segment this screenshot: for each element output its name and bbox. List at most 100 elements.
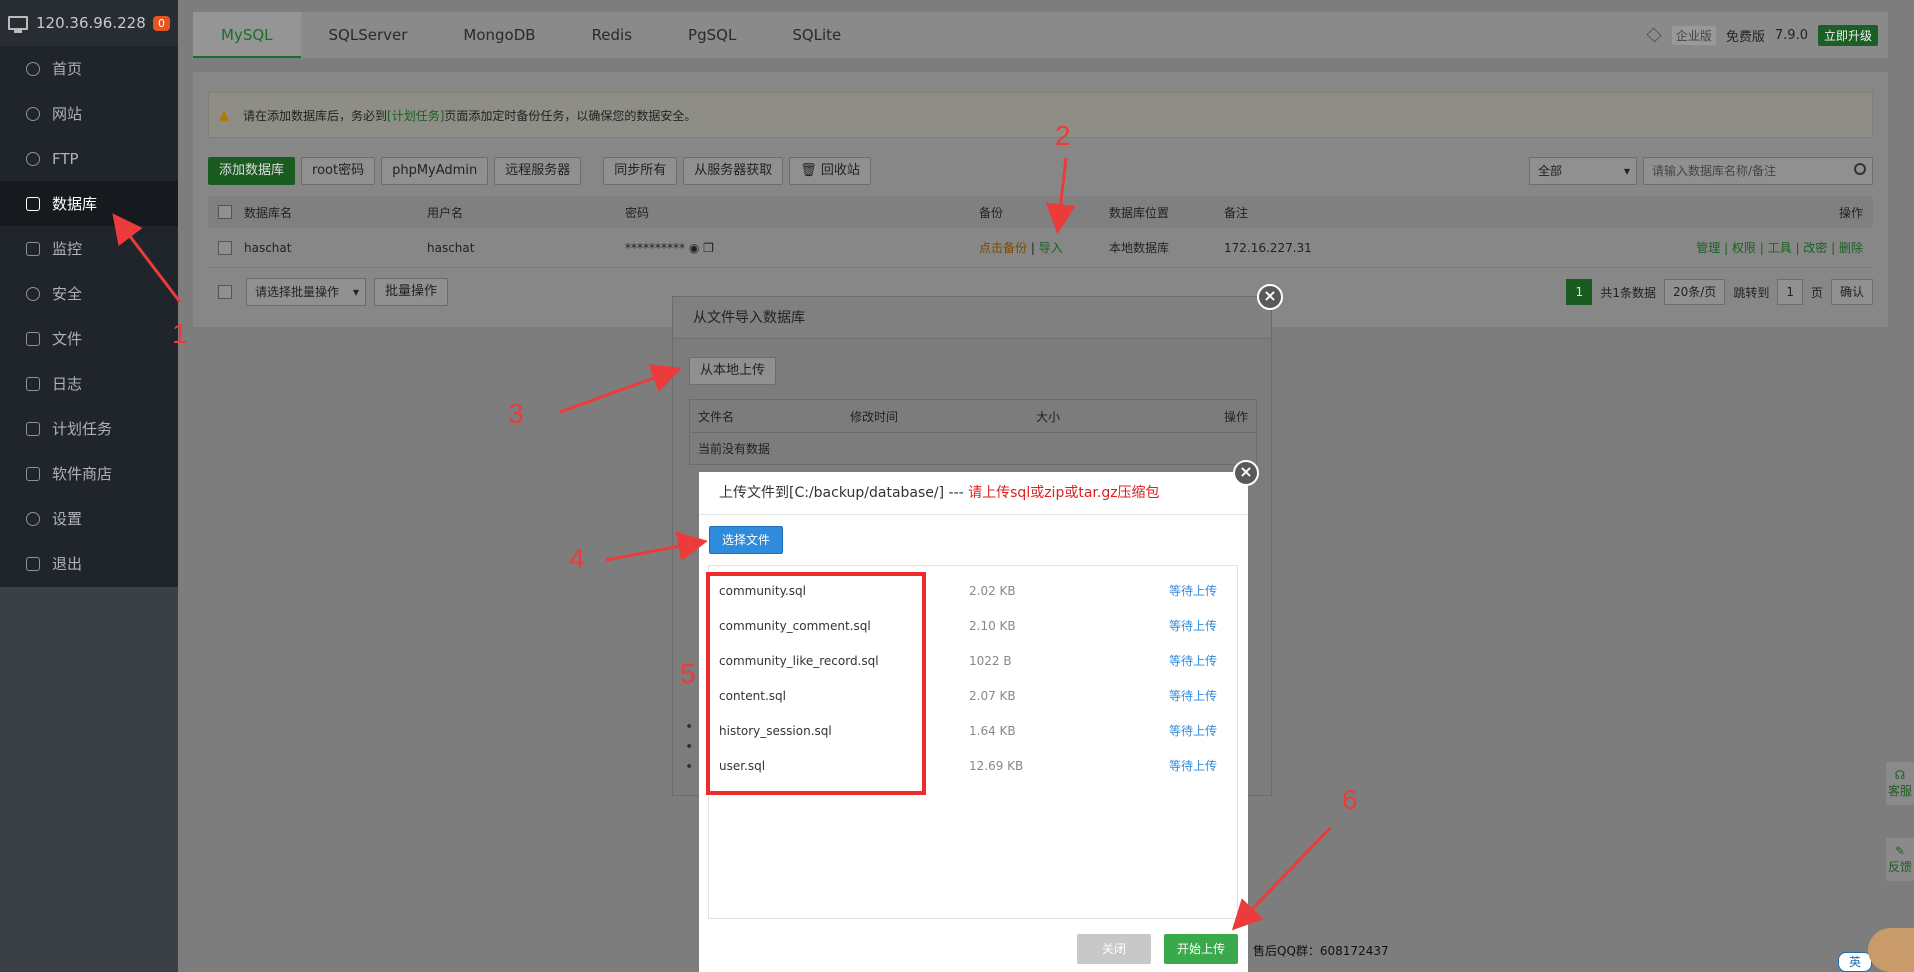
col-filename: 文件名 — [698, 409, 735, 424]
home-icon — [26, 61, 40, 76]
cron-link[interactable]: [计划任务] — [387, 107, 444, 124]
sidebar-item-website[interactable]: 网站 — [0, 91, 178, 136]
sidebar-item-label: 网站 — [52, 105, 83, 123]
shield-icon — [26, 286, 40, 301]
free-edition-label: 免费版 — [1725, 29, 1765, 45]
sidebar-item-label: 安全 — [52, 285, 83, 303]
file-table-header: 文件名 修改时间 大小 操作 — [690, 400, 1256, 432]
upload-path-text: 上传文件到[C:/backup/database/] --- — [719, 485, 964, 501]
col-mtime: 修改时间 — [850, 409, 899, 424]
sidebar-nav: 首页 网站 FTP 数据库 监控 安全 文件 日志 计划任务 软件商店 设置 退… — [0, 46, 178, 586]
remote-server-button[interactable]: 远程服务器 — [494, 157, 582, 185]
sidebar-item-monitor[interactable]: 监控 — [0, 226, 178, 271]
col-file-ops: 操作 — [1223, 409, 1248, 424]
file-name: user.sql — [719, 758, 766, 773]
upgrade-button[interactable]: 立即升级 — [1817, 24, 1878, 46]
notification-badge[interactable]: 0 — [153, 15, 170, 31]
file-size: 2.02 KB — [969, 583, 1016, 598]
sidebar-item-store[interactable]: 软件商店 — [0, 451, 178, 496]
root-password-button[interactable]: root密码 — [301, 157, 376, 185]
list-item: user.sql 12.69 KB 等待上传 — [709, 748, 1237, 783]
manage-link[interactable]: 管理 — [1696, 241, 1720, 255]
db-search-input[interactable]: 请输入数据库名称/备注 — [1643, 157, 1873, 185]
tab-sqlite[interactable]: SQLite — [764, 12, 869, 58]
file-size: 1.64 KB — [969, 723, 1016, 738]
list-item: content.sql 2.07 KB 等待上传 — [709, 678, 1237, 713]
password-mask: ********** — [625, 240, 685, 255]
import-link[interactable]: 导入 — [1039, 241, 1063, 255]
sidebar-item-logs[interactable]: 日志 — [0, 361, 178, 406]
file-size: 2.07 KB — [969, 688, 1016, 703]
file-name: community.sql — [719, 583, 806, 598]
feedback-tab[interactable]: ✎ 反馈 — [1886, 838, 1914, 881]
tab-pgsql[interactable]: PgSQL — [660, 12, 764, 58]
file-name: history_session.sql — [719, 723, 832, 738]
sidebar-item-security[interactable]: 安全 — [0, 271, 178, 316]
sidebar-item-home[interactable]: 首页 — [0, 46, 178, 91]
customer-service-tab[interactable]: ☊ 客服 — [1886, 762, 1914, 805]
col-size: 大小 — [1036, 409, 1061, 424]
eye-icon[interactable]: ◉ — [689, 241, 699, 255]
select-all-checkbox[interactable] — [218, 205, 232, 219]
page-number[interactable]: 1 — [1566, 279, 1593, 305]
db-filter: 全部 请输入数据库名称/备注 — [1529, 157, 1873, 185]
sidebar-item-settings[interactable]: 设置 — [0, 496, 178, 541]
headset-icon: ☊ — [1894, 768, 1906, 782]
copy-icon[interactable]: ❐ — [703, 241, 714, 255]
recycle-bin-button[interactable]: 🗑 回收站 — [789, 157, 871, 185]
close-button[interactable]: 关闭 — [1077, 934, 1151, 964]
search-icon[interactable] — [1854, 163, 1866, 175]
file-status: 等待上传 — [1168, 619, 1217, 633]
upload-local-button[interactable]: 从本地上传 — [689, 357, 777, 385]
sidebar-item-database[interactable]: 数据库 — [0, 181, 178, 226]
feedback-label: 反馈 — [1887, 860, 1912, 874]
annotation-label-4: 4 — [569, 543, 585, 574]
avatar[interactable] — [1868, 928, 1914, 972]
folder-icon — [26, 331, 40, 346]
db-toolbar: 添加数据库 root密码 phpMyAdmin 远程服务器 同步所有 从服务器获… — [208, 156, 1873, 186]
phpmyadmin-button[interactable]: phpMyAdmin — [381, 157, 489, 185]
annotation-label-2: 2 — [1055, 120, 1071, 151]
jump-confirm-button[interactable]: 确认 — [1830, 279, 1873, 305]
annotation-label-6: 6 — [1342, 784, 1358, 815]
tab-mysql[interactable]: MySQL — [193, 12, 301, 58]
category-select[interactable]: 全部 — [1529, 157, 1637, 185]
ime-indicator[interactable]: 英 — [1838, 952, 1872, 972]
calendar-icon — [26, 421, 40, 436]
tab-sqlserver[interactable]: SQLServer — [301, 12, 436, 58]
delete-link[interactable]: 删除 — [1839, 241, 1863, 255]
batch-select[interactable]: 请选择批量操作 — [246, 278, 366, 306]
list-item: community.sql 2.02 KB 等待上传 — [709, 573, 1237, 608]
logout-icon — [26, 556, 40, 571]
col-db-name[interactable]: 数据库名 — [244, 204, 427, 221]
db-remark[interactable]: 172.16.227.31 — [1224, 241, 1544, 255]
row-checkbox[interactable] — [218, 240, 232, 255]
sidebar-item-cron[interactable]: 计划任务 — [0, 406, 178, 451]
permission-link[interactable]: 权限 — [1732, 241, 1756, 255]
per-page-select[interactable]: 20条/页 — [1663, 279, 1726, 305]
sidebar-item-logout[interactable]: 退出 — [0, 541, 178, 586]
warning-icon: ▲ — [219, 107, 229, 123]
jump-input[interactable]: 1 — [1777, 279, 1803, 305]
sidebar-item-files[interactable]: 文件 — [0, 316, 178, 361]
change-password-link[interactable]: 改密 — [1803, 241, 1827, 255]
start-upload-button[interactable]: 开始上传 — [1164, 934, 1238, 964]
tab-redis[interactable]: Redis — [564, 12, 660, 58]
server-ip-bar[interactable]: 120.36.96.228 0 — [0, 0, 178, 46]
fetch-from-server-button[interactable]: 从服务器获取 — [683, 157, 784, 185]
batch-button[interactable]: 批量操作 — [374, 278, 449, 306]
import-dialog-close-icon[interactable]: × — [1257, 284, 1283, 310]
col-backup[interactable]: 备份 — [979, 204, 1109, 221]
tab-mongodb[interactable]: MongoDB — [435, 12, 563, 58]
sync-all-button[interactable]: 同步所有 — [603, 157, 678, 185]
enterprise-badge[interactable]: 企业版 — [1671, 25, 1716, 45]
add-database-button[interactable]: 添加数据库 — [208, 157, 296, 185]
col-username[interactable]: 用户名 — [427, 204, 625, 221]
footer-checkbox[interactable] — [218, 285, 232, 299]
backup-link[interactable]: 点击备份 — [979, 241, 1027, 255]
sidebar-item-ftp[interactable]: FTP — [0, 136, 178, 181]
choose-file-button[interactable]: 选择文件 — [709, 526, 784, 554]
tools-link[interactable]: 工具 — [1768, 241, 1792, 255]
file-status: 等待上传 — [1168, 584, 1217, 598]
upload-dialog-close-icon[interactable]: × — [1233, 460, 1259, 486]
